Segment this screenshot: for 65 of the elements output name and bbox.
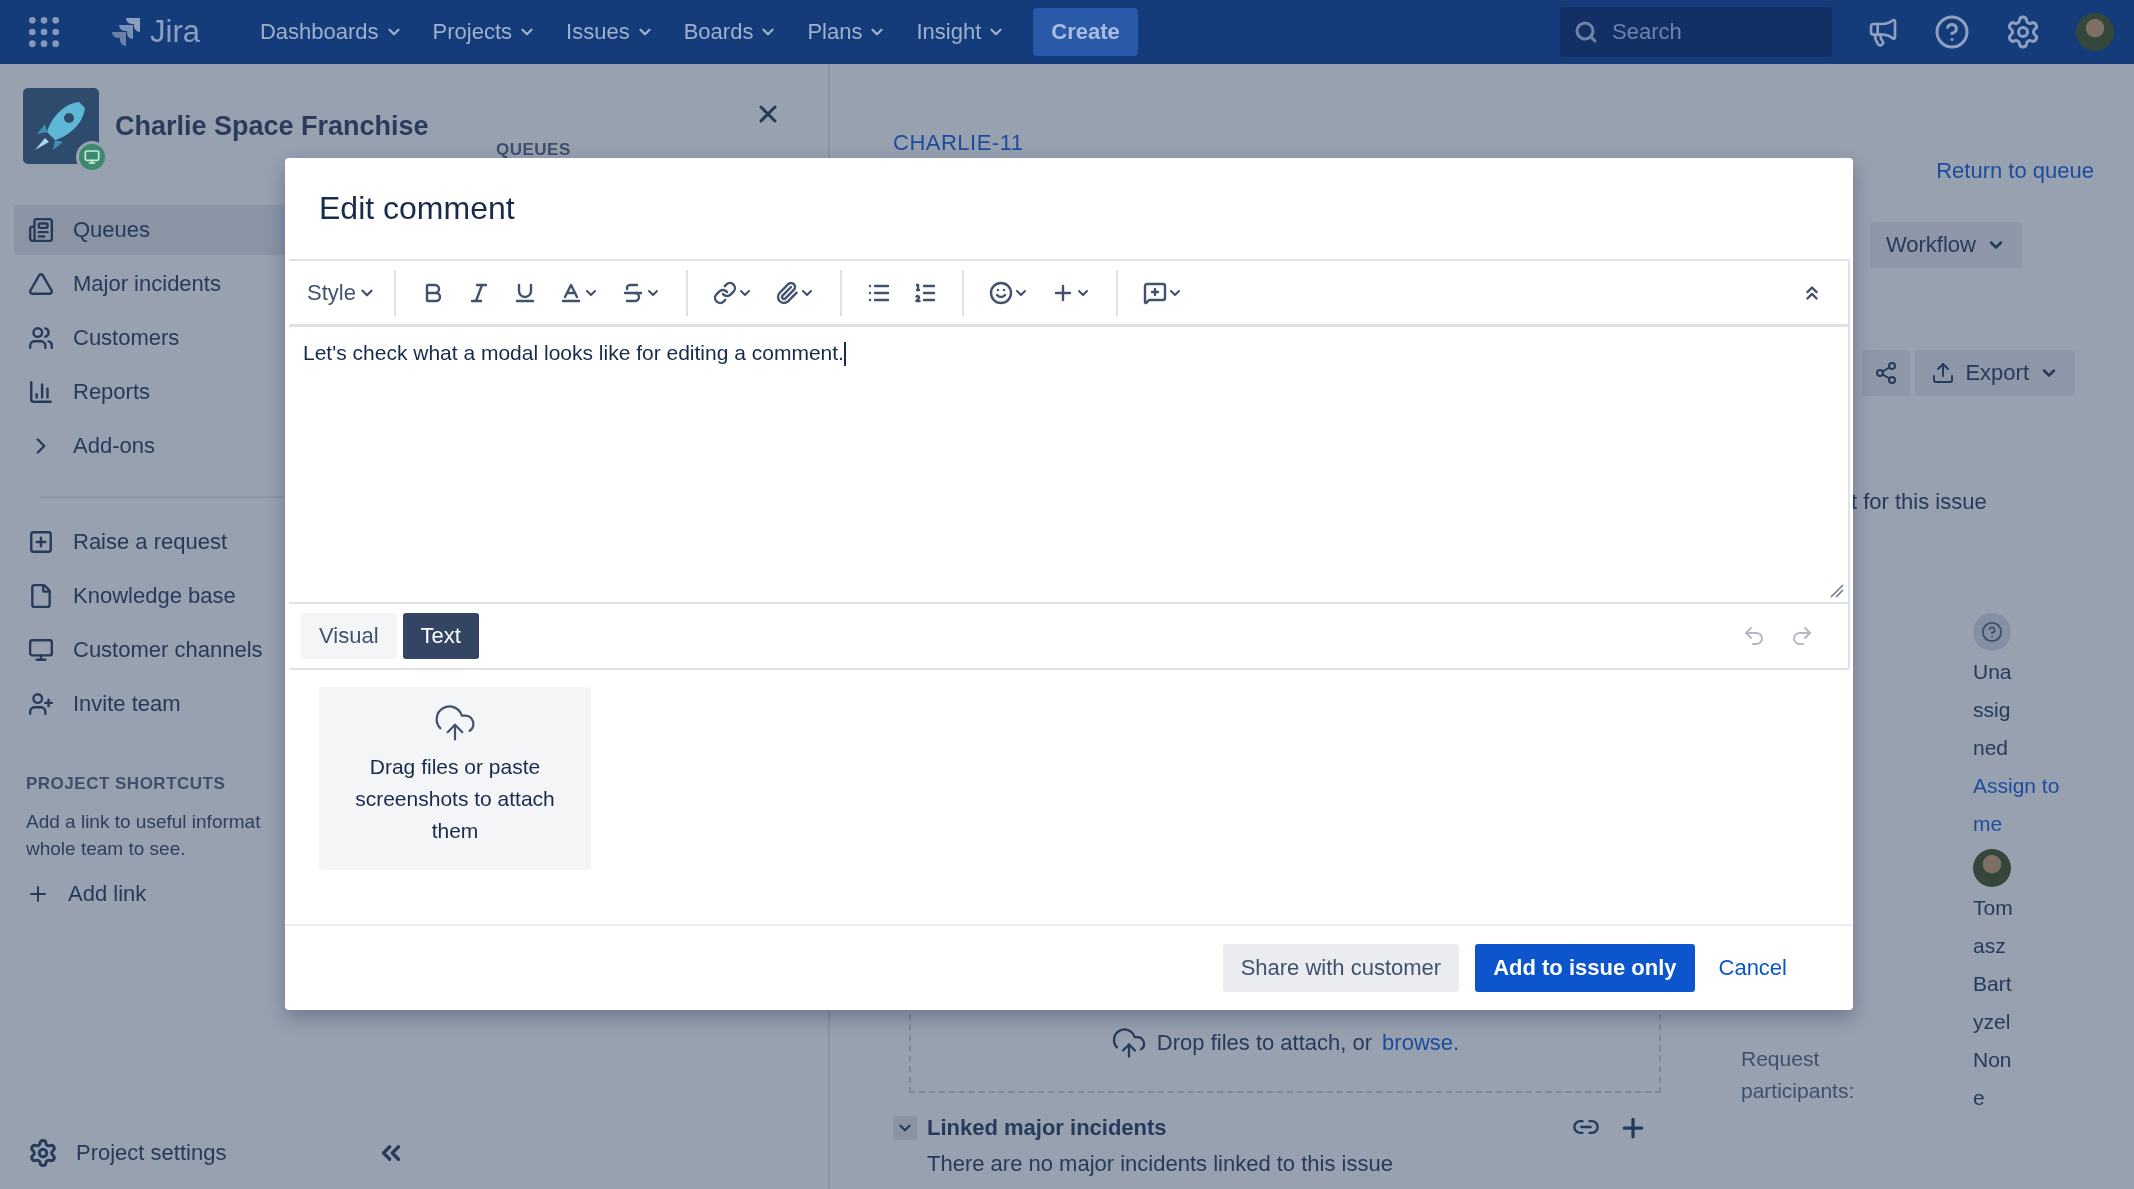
redo-icon	[1790, 624, 1814, 648]
attachment-icon	[774, 280, 799, 305]
create-button[interactable]: Create	[1033, 8, 1138, 56]
drop-zone-text: Drop files to attach, or	[1156, 1030, 1373, 1056]
add-link-button[interactable]: Add link	[26, 874, 446, 914]
monitor-icon	[28, 637, 54, 663]
reporter-name: Tomasz Bartyzel	[1973, 895, 2014, 1035]
browse-link[interactable]: browse.	[1382, 1030, 1460, 1056]
comment-icon	[1142, 280, 1167, 305]
style-dropdown[interactable]: Style	[303, 279, 380, 306]
reporter-avatar	[1973, 849, 2011, 887]
export-button[interactable]: Export	[1915, 350, 2075, 396]
document-icon	[28, 217, 54, 243]
nav-menu[interactable]: Issues	[554, 8, 666, 56]
return-link[interactable]: Return to queue	[1936, 158, 2094, 184]
unassigned-avatar	[1973, 613, 2011, 651]
search-icon	[1574, 20, 1598, 44]
cancel-link[interactable]: Cancel	[1710, 944, 1795, 992]
jira-logo-text: Jira	[150, 14, 200, 50]
field-value: None	[1973, 1047, 2013, 1111]
nav-menu[interactable]: Boards	[671, 8, 790, 56]
help-icon	[1934, 14, 1970, 50]
people-icon	[28, 325, 54, 351]
dialog-button[interactable]: Share with customer	[1222, 944, 1460, 992]
file-icon	[28, 583, 54, 609]
expand-toggle[interactable]	[893, 1116, 917, 1140]
shortcuts-description: Add a link to useful informat whole team to see.	[26, 810, 261, 861]
project-settings-link[interactable]: Project settings	[0, 1131, 446, 1175]
editor-mode-tab[interactable]: Visual	[301, 613, 397, 659]
logo-icon	[110, 16, 142, 48]
workflow-button[interactable]: Workflow	[1869, 222, 2022, 268]
editor-mode-tab[interactable]: Text	[402, 613, 479, 659]
nav-menu[interactable]: Plans	[795, 8, 899, 56]
resize-handle-icon	[1830, 584, 1844, 598]
undo-icon	[1742, 624, 1766, 648]
settings-button[interactable]	[2005, 14, 2041, 50]
assign-to-me-link[interactable]: Assign to me	[1973, 767, 2073, 843]
triangle-icon	[28, 271, 54, 297]
help-button[interactable]	[1934, 14, 1970, 50]
section-heading: PROJECT SHORTCUTS	[26, 774, 227, 794]
settings-icon	[28, 1138, 58, 1168]
empty-message: There are no major incidents linked to this issue	[927, 1151, 1394, 1177]
emoji-icon	[988, 280, 1013, 305]
field-label: Request participants:	[1741, 1046, 1856, 1104]
assignee-name: Unassigned	[1973, 659, 2013, 761]
search-field[interactable]: Search	[1560, 7, 1832, 57]
nav-menu[interactable]: Dashboards	[247, 8, 415, 56]
nav-menu[interactable]: Projects	[420, 8, 549, 56]
plus-box-icon	[28, 529, 54, 555]
link-icon	[712, 280, 737, 305]
section-title: Linked major incidents	[927, 1115, 1167, 1141]
megaphone-icon	[1867, 16, 1899, 48]
add-user-icon	[28, 691, 54, 717]
notifications-button[interactable]	[1867, 16, 1899, 48]
share-icon	[1874, 361, 1899, 385]
share-button[interactable]	[1862, 350, 1911, 396]
settings-icon	[2005, 14, 2041, 50]
attachment-hint: Drag files or paste screenshots to attach them	[354, 754, 556, 844]
project-title: Charlie Space Franchise	[115, 110, 429, 142]
nav-menu[interactable]: Insight	[904, 8, 1018, 56]
dialog-button[interactable]: Add to issue only	[1475, 944, 1695, 992]
section-heading: QUEUES	[496, 140, 572, 160]
attachment-drop-area[interactable]: Drag files or paste screenshots to attach them	[319, 687, 591, 870]
upload-icon	[1931, 361, 1956, 385]
bar-chart-icon	[28, 379, 54, 405]
